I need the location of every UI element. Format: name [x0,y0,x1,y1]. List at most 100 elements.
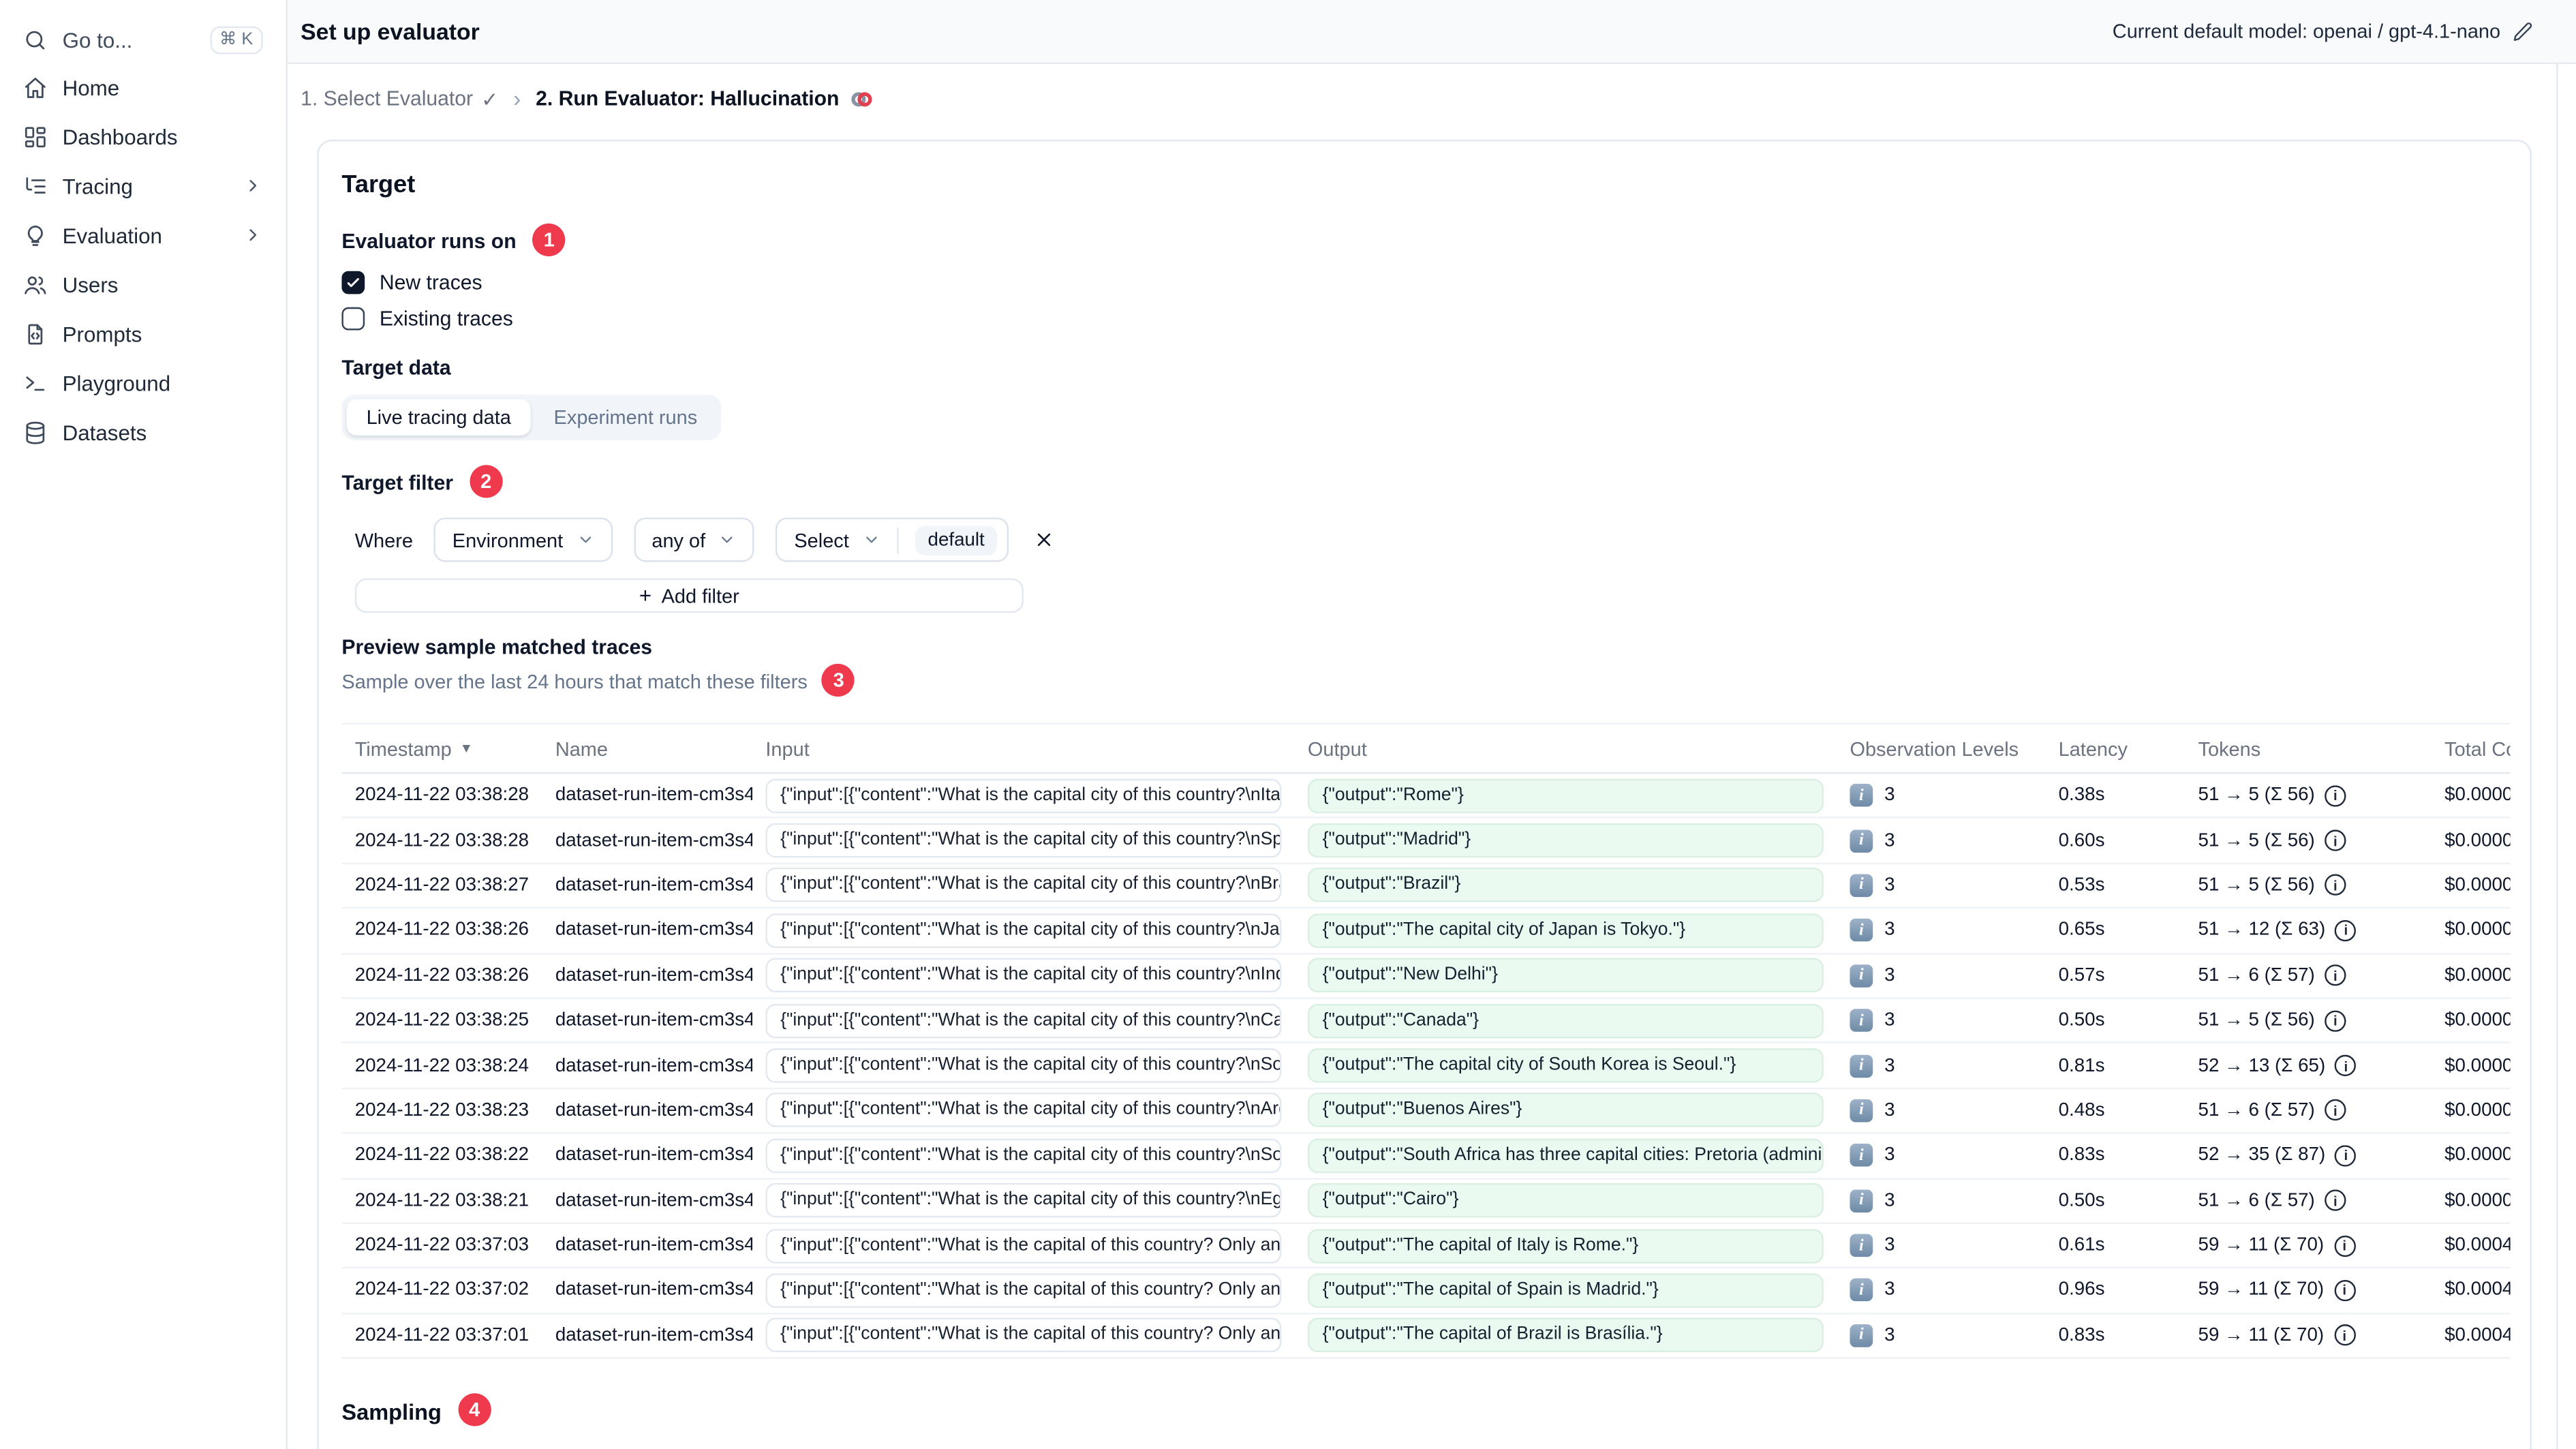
info-circle-icon[interactable]: i [2325,784,2346,806]
playground-icon [23,371,48,395]
input-cell[interactable]: {"input":[{"content":"What is the capita… [765,1003,1282,1038]
input-cell[interactable]: {"input":[{"content":"What is the capita… [765,823,1282,858]
output-cell[interactable]: {"output":"Cairo"} [1307,1183,1824,1218]
cell-timestamp: 2024-11-22 03:38:22 [354,1146,530,1165]
table-row[interactable]: 2024-11-22 03:37:01 dataset-run-item-cm3… [341,1314,2511,1359]
table-row[interactable]: 2024-11-22 03:38:27 dataset-run-item-cm3… [341,864,2511,909]
sidebar-item-dashboards[interactable]: Dashboards [13,112,273,161]
table-row[interactable]: 2024-11-22 03:38:28 dataset-run-item-cm3… [341,774,2511,819]
info-circle-icon[interactable]: i [2325,874,2346,896]
output-cell[interactable]: {"output":"Buenos Aires"} [1307,1093,1824,1128]
sidebar-item-prompts[interactable]: Prompts [13,309,273,358]
col-name[interactable]: Name [542,737,753,760]
table-row[interactable]: 2024-11-22 03:38:24 dataset-run-item-cm3… [341,1044,2511,1089]
edit-pencil-icon[interactable] [2512,20,2533,42]
input-cell[interactable]: {"input":[{"content":"What is the capita… [765,1048,1282,1083]
table-row[interactable]: 2024-11-22 03:38:23 dataset-run-item-cm3… [341,1089,2511,1134]
add-filter-button[interactable]: + Add filter [354,578,1024,613]
sidebar-item-evaluation[interactable]: Evaluation [13,211,273,260]
col-timestamp[interactable]: Timestamp ▼ [341,737,542,760]
info-emoji-icon: i [1850,1234,1873,1257]
info-circle-icon[interactable]: i [2335,1054,2357,1077]
tab-live-tracing-data[interactable]: Live tracing data [346,399,531,436]
sidebar-item-home[interactable]: Home [13,63,273,112]
col-total-cost[interactable]: Total Cost [2432,737,2510,760]
info-circle-icon[interactable]: i [2335,919,2357,942]
tracing-icon [23,173,48,198]
output-cell[interactable]: {"output":"The capital city of South Kor… [1307,1048,1824,1083]
output-cell[interactable]: {"output":"Canada"} [1307,1003,1824,1038]
table-row[interactable]: 2024-11-22 03:38:26 dataset-run-item-cm3… [341,954,2511,999]
output-cell[interactable]: {"output":"Rome"} [1307,778,1824,813]
checkbox-new-traces[interactable]: New traces [341,271,2506,294]
cell-observation-levels: i3 [1837,1009,2045,1033]
input-cell[interactable]: {"input":[{"content":"What is the capita… [765,958,1282,993]
window-scrollbar[interactable] [2556,64,2576,1449]
input-cell[interactable]: {"input":[{"content":"What is the capita… [765,1093,1282,1128]
cell-timestamp: 2024-11-22 03:38:23 [354,1100,530,1120]
info-circle-icon[interactable]: i [2325,1189,2346,1212]
info-emoji-icon: i [1850,1009,1873,1033]
cell-total-cost: $0.000011 ( [2444,1010,2510,1031]
cell-observation-levels: i3 [1837,964,2045,988]
filter-column-select[interactable]: Environment [434,517,613,562]
table-row[interactable]: 2024-11-22 03:38:22 dataset-run-item-cm3… [341,1134,2511,1179]
preview-table: Timestamp ▼ Name Input Output Observation… [341,722,2511,1359]
cell-timestamp: 2024-11-22 03:38:27 [354,875,530,896]
col-input[interactable]: Input [752,737,1295,760]
breadcrumb-step-1[interactable]: 1. Select Evaluator ✓ [301,87,498,111]
goto-search[interactable]: Go to... ⌘ K [13,16,273,62]
info-circle-icon[interactable]: i [2333,1234,2355,1257]
input-cell[interactable]: {"input":[{"content":"What is the capita… [765,778,1282,813]
output-cell[interactable]: {"output":"Brazil"} [1307,868,1824,903]
input-cell[interactable]: {"input":[{"content":"What is the capita… [765,1183,1282,1218]
cell-observation-levels: i3 [1837,1324,2045,1347]
output-cell[interactable]: {"output":"The capital of Brazil is Bras… [1307,1318,1824,1353]
remove-filter-button[interactable] [1030,525,1058,553]
input-cell[interactable]: {"input":[{"content":"What is the capita… [765,1273,1282,1308]
filter-value-select[interactable]: Select default [776,517,1009,562]
sidebar-item-datasets[interactable]: Datasets [13,408,273,457]
search-icon [23,27,48,52]
info-circle-icon[interactable]: i [2333,1279,2355,1302]
tab-experiment-runs[interactable]: Experiment runs [534,399,717,436]
output-cell[interactable]: {"output":"The capital city of Japan is … [1307,913,1824,948]
table-row[interactable]: 2024-11-22 03:38:21 dataset-run-item-cm3… [341,1179,2511,1224]
output-cell[interactable]: {"output":"South Africa has three capita… [1307,1138,1824,1173]
cell-latency: 0.61s [2058,1236,2105,1256]
sidebar-item-users[interactable]: Users [13,260,273,309]
table-row[interactable]: 2024-11-22 03:37:02 dataset-run-item-cm3… [341,1269,2511,1314]
col-tokens[interactable]: Tokens [2185,737,2432,760]
sidebar-item-playground[interactable]: Playground [13,359,273,408]
info-circle-icon[interactable]: i [2335,1144,2357,1167]
sidebar-item-tracing[interactable]: Tracing [13,161,273,210]
table-row[interactable]: 2024-11-22 03:37:03 dataset-run-item-cm3… [341,1224,2511,1269]
col-output[interactable]: Output [1295,737,1837,760]
info-circle-icon[interactable]: i [2325,829,2346,851]
output-cell[interactable]: {"output":"Madrid"} [1307,823,1824,858]
output-cell[interactable]: {"output":"New Delhi"} [1307,958,1824,993]
col-latency[interactable]: Latency [2045,737,2185,760]
input-cell[interactable]: {"input":[{"content":"What is the capita… [765,868,1282,903]
prompts-icon [23,321,48,346]
checkbox-existing-traces[interactable]: Existing traces [341,307,2506,331]
input-cell[interactable]: {"input":[{"content":"What is the capita… [765,1228,1282,1263]
info-circle-icon[interactable]: i [2333,1324,2355,1347]
cell-total-cost: $0.00046 ( [2444,1236,2510,1256]
info-circle-icon[interactable]: i [2325,1009,2346,1032]
cell-total-cost: $0.000029 [2444,1146,2510,1165]
input-cell[interactable]: {"input":[{"content":"What is the capita… [765,1318,1282,1353]
table-row[interactable]: 2024-11-22 03:38:28 dataset-run-item-cm3… [341,819,2511,864]
table-row[interactable]: 2024-11-22 03:38:25 dataset-run-item-cm3… [341,999,2511,1044]
filter-operator-select[interactable]: any of [633,517,755,562]
table-row[interactable]: 2024-11-22 03:38:26 dataset-run-item-cm3… [341,909,2511,954]
output-cell[interactable]: {"output":"The capital of Spain is Madri… [1307,1273,1824,1308]
info-circle-icon[interactable]: i [2325,964,2346,987]
input-cell[interactable]: {"input":[{"content":"What is the capita… [765,913,1282,948]
breadcrumb: 1. Select Evaluator ✓ › 2. Run Evaluator… [287,64,2576,134]
input-cell[interactable]: {"input":[{"content":"What is the capita… [765,1138,1282,1173]
info-circle-icon[interactable]: i [2325,1099,2346,1122]
col-observation-levels[interactable]: Observation Levels [1837,737,2045,760]
chevron-right-icon [243,225,263,245]
output-cell[interactable]: {"output":"The capital of Italy is Rome.… [1307,1228,1824,1263]
